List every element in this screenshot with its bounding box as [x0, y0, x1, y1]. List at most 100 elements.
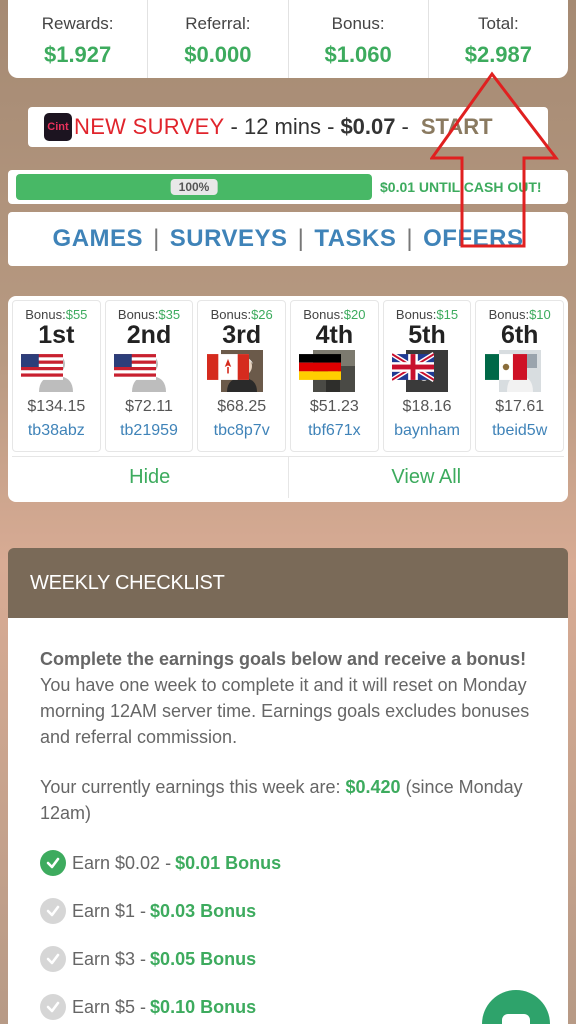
stat-value: $0.000	[184, 42, 252, 67]
goal-text: Earn $5 -	[72, 997, 147, 1017]
card-rank: 4th	[315, 321, 354, 349]
survey-price: $0.07	[340, 114, 396, 139]
card-bonus: Bonus:$20	[291, 307, 378, 322]
earned-prefix: Your currently earnings this week are:	[40, 777, 346, 797]
leaderboard-card[interactable]: Bonus:$15 5th $18.16 baynham	[382, 300, 472, 452]
progress-percent: 100%	[170, 179, 218, 195]
stat-value: $1.060	[324, 42, 392, 67]
us-flag-icon	[21, 346, 64, 380]
card-amount: $51.23	[309, 398, 359, 415]
goal-item: Earn $5 - $0.10 Bonus	[40, 994, 536, 1020]
goal-item: Earn $1 - $0.03 Bonus	[40, 898, 536, 924]
category-nav: GAMES | SURVEYS | TASKS | OFFERS	[8, 212, 568, 266]
survey-start-button[interactable]: START	[421, 114, 493, 140]
card-amount: $17.61	[495, 398, 545, 415]
stat-value: $2.987	[464, 42, 533, 67]
ca-flag-icon	[206, 346, 249, 380]
card-avatar	[299, 350, 356, 392]
bonus-prefix: Bonus:	[210, 307, 252, 322]
weekly-checklist-body: Complete the earnings goals below and re…	[8, 618, 568, 1024]
stat-rewards: Rewards: $1.927	[8, 0, 149, 78]
goal-bonus: $0.05 Bonus	[150, 949, 257, 969]
stat-value: $1.927	[43, 42, 112, 67]
card-username[interactable]: tb38abz	[13, 422, 100, 440]
nav-separator: |	[297, 225, 305, 252]
de-flag-icon	[299, 346, 342, 380]
card-avatar	[484, 350, 541, 392]
progress-bar: 100%	[16, 174, 372, 200]
bonus-value: $15	[436, 307, 459, 322]
uk-flag-icon	[392, 346, 435, 382]
stat-label: Bonus:	[331, 14, 385, 33]
card-username[interactable]: tbf671x	[291, 422, 378, 440]
goal-bonus: $0.10 Bonus	[150, 997, 257, 1017]
survey-duration: - 12 mins -	[230, 114, 335, 139]
bonus-prefix: Bonus:	[117, 307, 159, 322]
card-rank: 1st	[38, 321, 75, 349]
earned-value: $0.420	[345, 777, 401, 797]
bonus-value: $20	[343, 307, 366, 322]
nav-separator: |	[406, 225, 414, 252]
check-circle-icon	[40, 898, 66, 924]
bonus-prefix: Bonus:	[488, 307, 530, 322]
new-survey-banner[interactable]: Cint NEW SURVEY - 12 mins - $0.07 - STAR…	[28, 107, 548, 147]
card-username[interactable]: tbc8p7v	[198, 422, 285, 440]
leaderboard-card[interactable]: Bonus:$35 2nd $72.11 tb21959	[104, 300, 194, 452]
leaderboard: Bonus:$55 1st $134.15 tb38abz Bonus:$35 2nd $7…	[8, 296, 568, 502]
goal-item: Earn $3 - $0.05 Bonus	[40, 946, 536, 972]
card-rank: 2nd	[126, 321, 172, 349]
card-avatar	[21, 350, 78, 392]
goal-text: Earn $1 -	[72, 901, 147, 921]
hide-button[interactable]: Hide	[12, 456, 289, 498]
stat-bonus: Bonus: $1.060	[289, 0, 429, 78]
card-rank: 3rd	[222, 321, 262, 349]
stat-label: Referral:	[185, 14, 251, 33]
goal-item: Earn $0.02 - $0.01 Bonus	[40, 850, 536, 876]
card-amount: $68.25	[217, 398, 267, 415]
leaderboard-card[interactable]: Bonus:$20 4th $51.23 tbf671x	[290, 300, 379, 452]
earnings-summary: Rewards: $1.927 Referral: $0.000 Bonus: …	[8, 0, 568, 78]
nav-tasks[interactable]: TASKS	[314, 225, 396, 253]
leaderboard-actions: Hide View All	[12, 456, 564, 498]
card-avatar	[392, 350, 449, 392]
nav-offers[interactable]: OFFERS	[423, 225, 523, 253]
card-bonus: Bonus:$10	[476, 307, 563, 322]
card-bonus: Bonus:$35	[106, 307, 193, 322]
card-username[interactable]: baynham	[384, 422, 471, 440]
leaderboard-card[interactable]: Bonus:$10 6th $17.61 tbeid5w	[475, 300, 565, 452]
card-username[interactable]: tb21959	[106, 422, 193, 440]
card-username[interactable]: tbeid5w	[476, 422, 563, 440]
view-all-button[interactable]: View All	[288, 456, 564, 498]
leaderboard-card[interactable]: Bonus:$55 1st $134.15 tb38abz	[12, 300, 101, 452]
mx-flag-icon	[484, 346, 527, 380]
nav-surveys[interactable]: SURVEYS	[170, 225, 288, 253]
stat-label: Rewards:	[41, 14, 114, 33]
card-rank: 6th	[500, 321, 539, 349]
check-circle-icon	[40, 994, 66, 1020]
goal-bonus: $0.01 Bonus	[175, 853, 282, 873]
goal-list: Earn $0.02 - $0.01 Bonus Earn $1 - $0.03 …	[40, 850, 536, 1020]
card-bonus: Bonus:$55	[13, 307, 100, 322]
weekly-checklist-header[interactable]: WEEKLY CHECKLIST	[8, 548, 568, 618]
survey-dash: -	[401, 114, 409, 139]
card-avatar	[114, 350, 170, 392]
leaderboard-card[interactable]: Bonus:$26 3rd $68.25 tbc8p7v	[197, 300, 287, 452]
cashout-progress: 100% $0.01 UNTIL CASH OUT!	[8, 170, 568, 204]
bonus-prefix: Bonus:	[395, 307, 437, 322]
card-rank: 5th	[408, 321, 446, 349]
bonus-value: $26	[251, 307, 273, 322]
check-circle-icon	[40, 946, 66, 972]
bonus-prefix: Bonus:	[303, 307, 344, 322]
us-flag-icon	[114, 346, 156, 380]
nav-games[interactable]: GAMES	[53, 225, 144, 253]
card-bonus: Bonus:$15	[384, 307, 471, 322]
card-amount: $134.15	[27, 398, 86, 415]
weekly-intro-text: You have one week to complete it and it …	[40, 675, 530, 747]
stat-label: Total:	[478, 14, 519, 33]
goal-bonus: $0.03 Bonus	[150, 901, 257, 921]
goal-text: Earn $3 -	[72, 949, 147, 969]
survey-title: NEW SURVEY	[74, 114, 225, 139]
weekly-intro: Complete the earnings goals below and re…	[40, 646, 536, 750]
stat-referral: Referral: $0.000	[148, 0, 289, 78]
leaderboard-cards: Bonus:$55 1st $134.15 tb38abz Bonus:$35 2nd $7…	[12, 300, 565, 452]
